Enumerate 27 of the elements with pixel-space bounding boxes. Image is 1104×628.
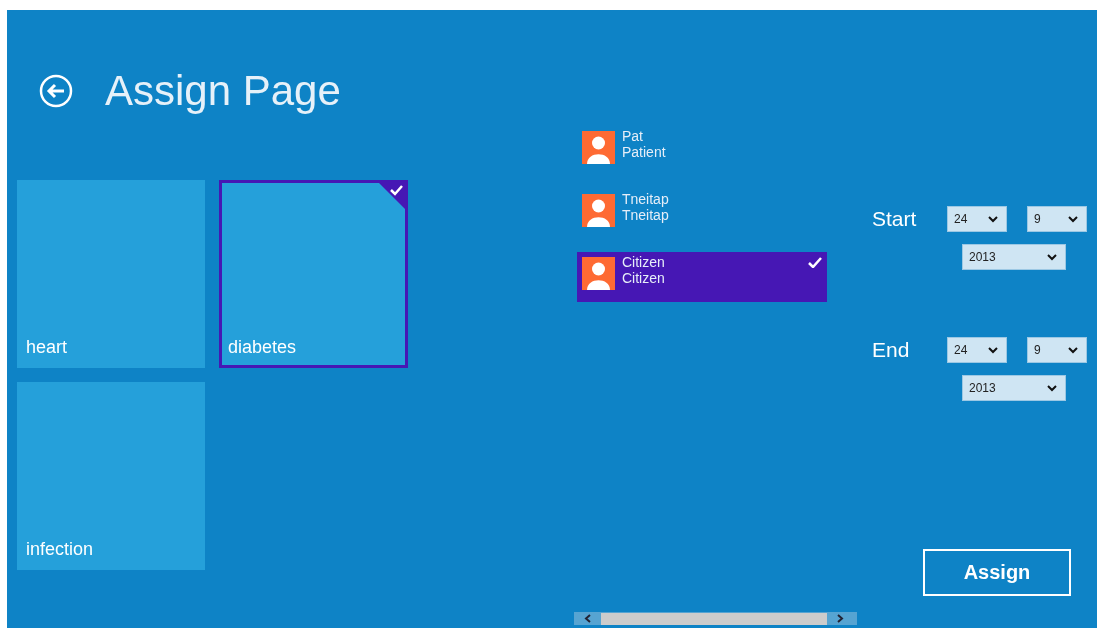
check-icon xyxy=(378,182,406,210)
month-dropdown[interactable]: 9 xyxy=(1027,337,1087,363)
month-dropdown[interactable]: 9 xyxy=(1027,206,1087,232)
back-button[interactable] xyxy=(39,74,73,108)
year-dropdown[interactable]: 2013 xyxy=(962,244,1066,270)
chevron-down-icon xyxy=(1068,346,1078,354)
avatar-icon xyxy=(582,257,615,290)
page-title: Assign Page xyxy=(105,70,341,112)
chevron-down-icon xyxy=(1068,215,1078,223)
person-item[interactable]: Pat Patient xyxy=(577,126,827,176)
year-dropdown[interactable]: 2013 xyxy=(962,375,1066,401)
chevron-down-icon xyxy=(988,215,998,223)
avatar-icon xyxy=(582,131,615,164)
horizontal-scrollbar[interactable] xyxy=(574,612,857,625)
assign-button[interactable]: Assign xyxy=(923,549,1071,596)
check-icon xyxy=(808,257,822,268)
chevron-down-icon xyxy=(988,346,998,354)
avatar-icon xyxy=(582,194,615,227)
day-dropdown[interactable]: 24 xyxy=(947,206,1007,232)
person-item[interactable]: Tneitap Tneitap xyxy=(577,189,827,239)
day-dropdown[interactable]: 24 xyxy=(947,337,1007,363)
chevron-down-icon xyxy=(1047,253,1057,261)
scroll-thumb[interactable] xyxy=(601,612,827,625)
person-item[interactable]: Citizen Citizen xyxy=(577,252,827,302)
date-label: End xyxy=(871,338,911,362)
chevron-down-icon xyxy=(1047,384,1057,392)
date-label: Start xyxy=(871,207,918,231)
